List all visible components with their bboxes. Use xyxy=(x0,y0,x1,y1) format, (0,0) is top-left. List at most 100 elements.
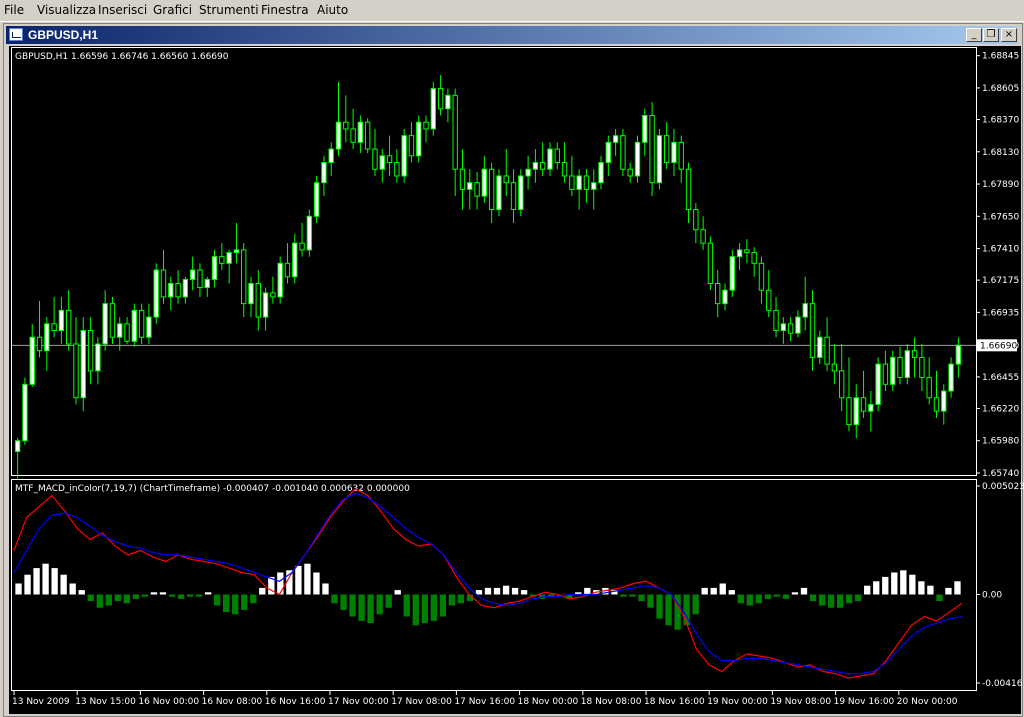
candle-body xyxy=(73,343,79,399)
candle-body xyxy=(751,252,757,264)
candle-body xyxy=(627,168,633,177)
histogram-bar xyxy=(223,594,230,613)
candle-body xyxy=(44,323,50,352)
candle-body xyxy=(175,282,181,298)
candle-body xyxy=(561,162,568,177)
candle-body xyxy=(605,141,612,164)
histogram-bar xyxy=(204,592,212,595)
histogram-bar xyxy=(909,574,916,595)
candle-body xyxy=(904,350,910,379)
candle-body xyxy=(787,323,794,334)
candle-body xyxy=(693,209,699,231)
histogram-bar xyxy=(782,594,790,599)
histogram-bar xyxy=(629,594,636,597)
histogram-bar xyxy=(647,594,654,608)
candle-body xyxy=(386,155,393,164)
candle-body xyxy=(685,168,692,211)
candle-body xyxy=(459,168,466,190)
candle-body xyxy=(430,88,436,130)
candle-body xyxy=(124,323,130,342)
histogram-bar xyxy=(800,587,808,595)
candle-body xyxy=(948,363,954,392)
histogram-bar xyxy=(827,594,835,608)
candle-body xyxy=(795,316,801,334)
histogram-bar xyxy=(457,594,465,604)
candle-body xyxy=(277,262,283,298)
histogram-bar xyxy=(42,563,49,595)
histogram-bar xyxy=(710,587,717,595)
time-label: 18 Nov 00:00 xyxy=(518,697,579,707)
candle-body xyxy=(831,363,838,372)
histogram-bar xyxy=(818,594,826,606)
chart-area: GBPUSD,H1 1.66596 1.66746 1.66560 1.6669… xyxy=(0,0,1024,717)
candle-body xyxy=(642,114,648,143)
histogram-bar xyxy=(412,594,419,626)
candle-body xyxy=(357,121,364,143)
indicator-scale-label: -0.00416 xyxy=(982,679,1023,689)
candle-body xyxy=(66,309,72,345)
histogram-bar xyxy=(954,581,961,595)
candle-body xyxy=(408,135,415,157)
histogram-bar xyxy=(250,594,257,604)
histogram-bar xyxy=(945,587,952,595)
candle-body xyxy=(474,182,480,197)
candle-body xyxy=(394,162,400,177)
candle-body xyxy=(364,121,371,150)
histogram-bar xyxy=(809,594,817,602)
histogram-bar xyxy=(87,594,94,602)
time-label: 18 Nov 08:00 xyxy=(581,697,642,707)
candle-body xyxy=(36,336,43,352)
histogram-bar xyxy=(520,590,528,595)
time-label: 19 Nov 16:00 xyxy=(834,697,895,707)
candle-body xyxy=(372,148,378,170)
histogram-bar xyxy=(845,594,853,604)
candle-body xyxy=(153,269,159,318)
candle-body xyxy=(868,403,874,412)
candle-body xyxy=(138,309,145,338)
histogram-bar xyxy=(511,587,519,595)
candle-body xyxy=(401,135,407,177)
candle-body xyxy=(758,262,765,291)
candle-body xyxy=(51,323,57,332)
candle-body xyxy=(350,128,356,143)
histogram-bar xyxy=(295,565,302,595)
candle-body xyxy=(14,440,21,452)
histogram-bar xyxy=(584,587,591,595)
histogram-bar xyxy=(900,570,907,595)
histogram-bar xyxy=(367,594,374,624)
histogram-bar xyxy=(692,594,699,615)
candle-body xyxy=(554,148,560,164)
candle-body xyxy=(846,397,852,426)
candle-body xyxy=(168,282,174,298)
histogram-bar xyxy=(195,594,203,597)
histogram-bar xyxy=(168,594,176,597)
candle-body xyxy=(838,370,845,399)
histogram-bar xyxy=(791,592,799,595)
candle-body xyxy=(525,168,531,177)
histogram-bar xyxy=(918,581,925,595)
price-chart-svg[interactable]: GBPUSD,H1 1.66596 1.66746 1.66560 1.6669… xyxy=(0,0,1024,717)
candle-body xyxy=(649,114,655,184)
candle-body xyxy=(321,162,327,184)
candle-body xyxy=(488,168,495,211)
candle-body xyxy=(955,344,962,365)
histogram-bar xyxy=(882,576,889,595)
candle-body xyxy=(233,249,240,254)
candle-body xyxy=(445,94,451,110)
candle-body xyxy=(911,350,918,358)
current-price-label: 1.66690 xyxy=(980,341,1017,351)
candle-body xyxy=(766,289,772,311)
time-label: 16 Nov 00:00 xyxy=(138,697,199,707)
candle-body xyxy=(744,249,750,254)
candle-body xyxy=(58,309,65,332)
price-label: 1.65980 xyxy=(982,437,1019,447)
candle-body xyxy=(634,141,641,177)
candle-body xyxy=(612,135,619,143)
candle-body xyxy=(729,256,735,291)
histogram-bar xyxy=(232,594,239,615)
candle-body xyxy=(328,148,334,164)
candle-body xyxy=(204,278,210,289)
candle-body xyxy=(292,242,298,278)
candle-body xyxy=(423,121,429,130)
candle-body xyxy=(518,175,524,211)
